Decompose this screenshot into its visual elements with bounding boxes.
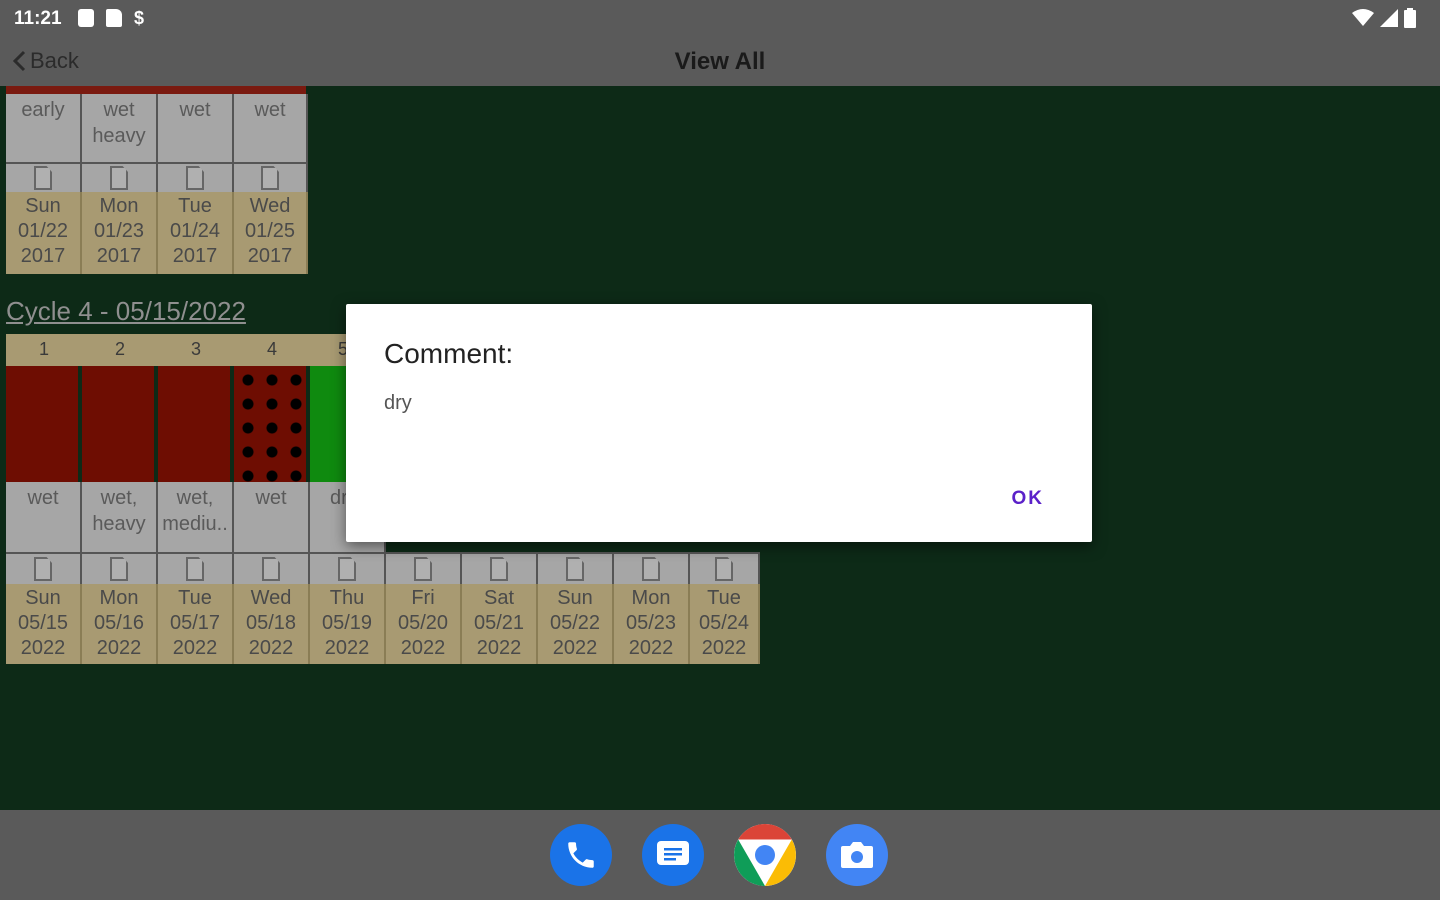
day-number: 3: [190, 339, 201, 359]
dialog-message: dry: [384, 392, 412, 414]
cycle-title[interactable]: Cycle 4 - 05/15/2022: [6, 296, 246, 327]
day-number: 1: [38, 339, 49, 359]
sd-card-icon: [106, 9, 122, 27]
note-button[interactable]: [158, 552, 234, 584]
day-comment[interactable]: wet, heavy: [82, 482, 158, 552]
day-comment[interactable]: early: [6, 94, 82, 162]
note-icon: [110, 557, 128, 581]
note-button[interactable]: [82, 162, 158, 192]
note-button[interactable]: [614, 552, 690, 584]
dialog-title: Comment:: [384, 338, 514, 369]
day-date: Wed 01/25 2017: [234, 192, 308, 274]
note-icon: [715, 557, 733, 581]
period-day-block[interactable]: [82, 366, 158, 482]
day-date: Mon 01/23 2017: [82, 192, 158, 274]
day-date: Tue 05/24 2022: [690, 584, 760, 664]
notification-icons: $: [78, 9, 150, 27]
note-icon: [262, 557, 280, 581]
note-icon: [186, 166, 204, 190]
day-comment[interactable]: wet: [6, 482, 82, 552]
note-button[interactable]: [234, 162, 308, 192]
system-icons: [1352, 8, 1416, 28]
day-comment[interactable]: wet: [158, 94, 234, 162]
note-button[interactable]: [386, 552, 462, 584]
day-comment[interactable]: wet, mediu..: [158, 482, 234, 552]
page-title: View All: [674, 48, 766, 75]
note-button[interactable]: [310, 552, 386, 584]
note-icon: [414, 557, 432, 581]
notification-icon: [78, 9, 94, 27]
note-icon: [261, 166, 279, 190]
period-strip: [6, 86, 306, 94]
note-button[interactable]: [538, 552, 614, 584]
note-button[interactable]: [234, 552, 310, 584]
note-button[interactable]: [690, 552, 760, 584]
period-day-block[interactable]: [6, 366, 82, 482]
spotting-day-block[interactable]: [234, 366, 310, 482]
day-comment[interactable]: wet heavy: [82, 94, 158, 162]
note-button[interactable]: [462, 552, 538, 584]
day-date: Sun 01/22 2017: [6, 192, 82, 274]
sync-icon: $: [134, 8, 145, 28]
day-date: Sat 05/21 2022: [462, 584, 538, 664]
note-button[interactable]: [82, 552, 158, 584]
signal-icon: [1380, 9, 1398, 27]
status-time: 11:21: [14, 8, 62, 29]
note-icon: [34, 166, 52, 190]
note-button[interactable]: [6, 552, 82, 584]
wifi-icon: [1352, 9, 1374, 26]
day-comment[interactable]: wet: [234, 482, 310, 552]
note-icon: [110, 166, 128, 190]
dock-bar: [0, 810, 1440, 900]
note-button[interactable]: [158, 162, 234, 192]
day-number: 5: [338, 339, 349, 359]
day-comment[interactable]: wet: [234, 94, 308, 162]
day-date: Wed 05/18 2022: [234, 584, 310, 664]
note-button[interactable]: [6, 162, 82, 192]
dry-day-block[interactable]: [310, 366, 346, 482]
day-date: Fri 05/20 2022: [386, 584, 462, 664]
day-number: 2: [114, 339, 125, 359]
note-icon: [34, 557, 52, 581]
messages-icon[interactable]: [642, 824, 704, 886]
chrome-icon[interactable]: [734, 824, 796, 886]
app-bar: Back View All: [0, 38, 1440, 87]
note-icon: [186, 557, 204, 581]
day-date: Sun 05/15 2022: [6, 584, 82, 664]
day-date: Mon 05/23 2022: [614, 584, 690, 664]
camera-icon[interactable]: [826, 824, 888, 886]
period-day-block[interactable]: [158, 366, 234, 482]
note-icon: [566, 557, 584, 581]
note-icon: [642, 557, 660, 581]
day-date: Mon 05/16 2022: [82, 584, 158, 664]
day-number: 4: [266, 339, 277, 359]
comment-dialog: Comment: dry OK: [346, 304, 1092, 542]
status-bar: 11:21 $: [0, 0, 1440, 38]
ok-button[interactable]: OK: [1012, 488, 1045, 510]
note-icon: [490, 557, 508, 581]
day-date: Thu 05/19 2022: [310, 584, 386, 664]
day-date: Tue 01/24 2017: [158, 192, 234, 274]
phone-icon[interactable]: [550, 824, 612, 886]
battery-icon: [1404, 8, 1416, 28]
note-icon: [338, 557, 356, 581]
day-date: Sun 05/22 2022: [538, 584, 614, 664]
day-date: Tue 05/17 2022: [158, 584, 234, 664]
